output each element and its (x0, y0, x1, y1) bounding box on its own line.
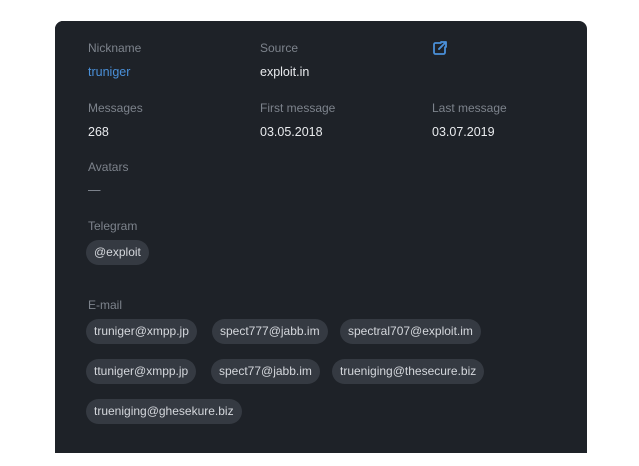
email-chip[interactable]: trueniging@ghesekure.biz (86, 399, 242, 424)
source-value: exploit.in (260, 65, 310, 79)
email-chip[interactable]: ttuniger@xmpp.jp (86, 359, 197, 384)
messages-value: 268 (88, 125, 109, 139)
external-link-icon[interactable] (432, 40, 448, 56)
messages-label: Messages (88, 101, 143, 115)
last-message-value: 03.07.2019 (432, 125, 495, 139)
email-chip[interactable]: trueniging@thesecure.biz (332, 359, 485, 384)
avatars-label: Avatars (88, 160, 129, 174)
source-label: Source (260, 41, 299, 55)
email-label: E-mail (88, 298, 123, 312)
nickname-value-link[interactable]: truniger (88, 65, 130, 79)
last-message-label: Last message (432, 101, 507, 115)
email-chip[interactable]: spectral707@exploit.im (340, 319, 481, 344)
nickname-label: Nickname (88, 41, 142, 55)
avatars-value: — (88, 183, 101, 197)
email-chip[interactable]: spect777@jabb.im (212, 319, 328, 344)
first-message-value: 03.05.2018 (260, 125, 323, 139)
first-message-label: First message (260, 101, 336, 115)
profile-panel (55, 21, 587, 453)
telegram-label: Telegram (88, 219, 138, 233)
email-chip[interactable]: truniger@xmpp.jp (86, 319, 197, 344)
telegram-chip[interactable]: @exploit (86, 240, 149, 265)
email-chip[interactable]: spect77@jabb.im (211, 359, 320, 384)
